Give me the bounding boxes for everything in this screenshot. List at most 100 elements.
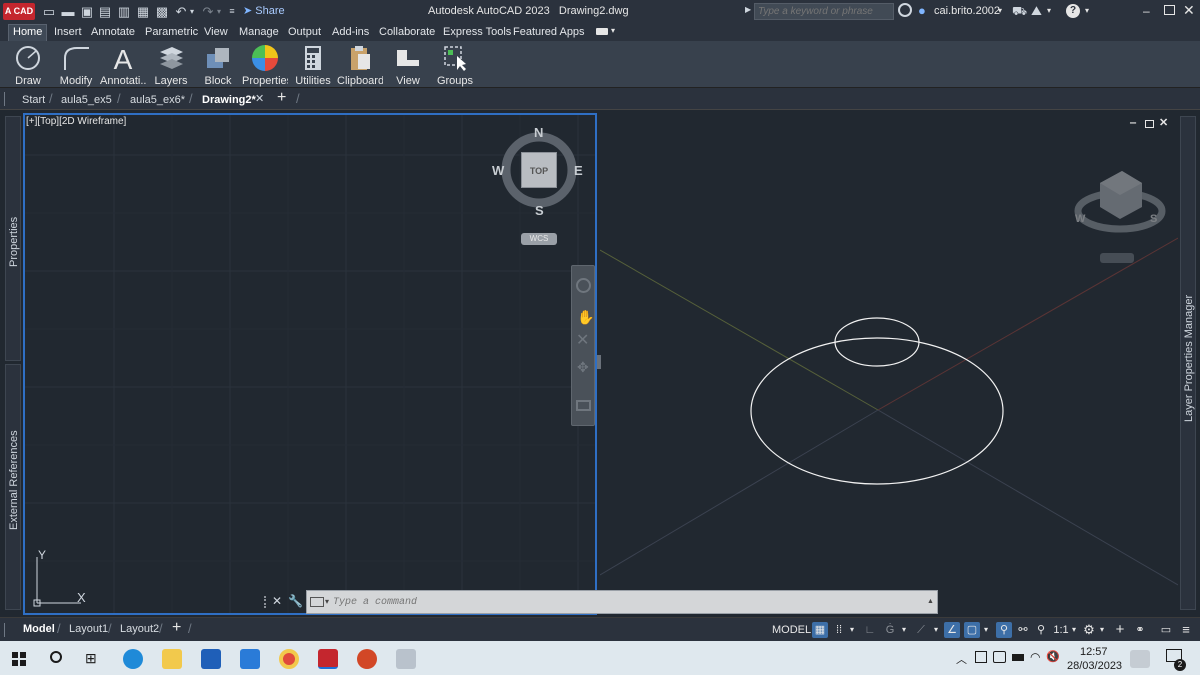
store-icon[interactable]	[201, 649, 221, 669]
task-view-icon[interactable]: ⊞	[85, 650, 97, 667]
viewport-3d[interactable]: W S ‒ ✕	[600, 113, 1178, 615]
draw-button[interactable]: Draw	[5, 42, 51, 87]
file-tabs-menu-icon[interactable]	[4, 92, 8, 106]
polar-dropdown-icon[interactable]: ▾	[900, 622, 908, 638]
viewcube-compass[interactable]: N S E W TOP	[492, 125, 583, 225]
meet-now-icon[interactable]	[993, 651, 1006, 663]
tab-start[interactable]: Start	[22, 92, 45, 108]
ribbon-minimize-icon[interactable]	[596, 28, 608, 35]
command-input[interactable]	[333, 594, 913, 611]
isodraft-icon[interactable]: ⟋	[914, 622, 928, 638]
new-layout-button[interactable]: +	[172, 619, 181, 637]
help-icon[interactable]: ?	[1066, 4, 1080, 18]
search-icon[interactable]	[898, 3, 912, 17]
redo-dropdown-icon[interactable]: ▾	[215, 4, 223, 19]
command-close-icon[interactable]: ✕	[272, 594, 282, 608]
steering-wheel-icon[interactable]	[576, 278, 591, 293]
showmotion-icon[interactable]	[576, 400, 591, 411]
annotation-scale-icon[interactable]: ⚲	[1034, 622, 1048, 638]
workspace-switch-icon[interactable]: ⚙	[1082, 622, 1096, 638]
maximize-icon[interactable]	[1164, 5, 1175, 15]
search-taskbar-icon[interactable]	[50, 651, 62, 663]
properties-palette[interactable]: Properties	[5, 116, 21, 361]
compass-north[interactable]: N	[534, 125, 543, 140]
autocad-taskbar-icon[interactable]	[318, 649, 338, 669]
powerpoint-icon[interactable]	[357, 649, 377, 669]
layer-properties-palette[interactable]: Layer Properties Manager	[1180, 116, 1196, 610]
viewport-restore-icon[interactable]	[1145, 120, 1154, 128]
minimize-icon[interactable]: ‒	[1143, 4, 1150, 18]
groups-button[interactable]: Groups	[432, 42, 478, 87]
annotation-scale-dropdown-icon[interactable]: ▾	[1070, 622, 1078, 638]
app-dropdown-icon[interactable]: ▾	[1047, 6, 1051, 15]
polar-tracking-icon[interactable]: Ġ	[882, 622, 898, 638]
viewcube-top-face[interactable]: TOP	[521, 152, 557, 188]
model-space-button[interactable]: MODEL	[772, 622, 811, 638]
edge-icon[interactable]	[123, 649, 143, 669]
workspace-dropdown-icon[interactable]: ▾	[1098, 622, 1106, 638]
paint-icon[interactable]	[396, 649, 416, 669]
orbit-icon[interactable]: ✥	[577, 359, 589, 376]
undo-icon[interactable]: ↶	[173, 4, 189, 19]
tab-collaborate[interactable]: Collaborate	[375, 25, 439, 40]
command-grip-icon[interactable]	[264, 596, 269, 608]
command-customize-icon[interactable]: 🔧	[288, 594, 303, 608]
widget-icon[interactable]	[1130, 650, 1150, 668]
open-folder-icon[interactable]: ▬	[60, 4, 76, 19]
clock-time[interactable]: 12:57	[1080, 646, 1108, 658]
view-button[interactable]: View	[385, 42, 431, 87]
annotation-button[interactable]: A Annotati...	[100, 42, 146, 87]
save-as-icon[interactable]: ▤	[97, 4, 113, 19]
command-history-icon[interactable]: ▲	[927, 598, 934, 605]
viewport-close-icon[interactable]: ✕	[1159, 116, 1168, 129]
snap-icon[interactable]: ⁞⁞	[832, 622, 846, 638]
plot-icon[interactable]: ▦	[135, 4, 151, 19]
new-tab-button[interactable]: +	[277, 89, 286, 107]
layout-menu-icon[interactable]	[4, 623, 8, 637]
tab-insert[interactable]: Insert	[50, 25, 86, 40]
external-references-palette[interactable]: External References	[5, 364, 21, 610]
tab-aula5-ex5[interactable]: aula5_ex5	[61, 92, 112, 108]
layers-button[interactable]: Layers	[148, 42, 194, 87]
auto-scale-icon[interactable]: ⚯	[1016, 622, 1030, 638]
tab-drawing2[interactable]: Drawing2*	[202, 92, 256, 108]
properties-button[interactable]: Properties	[242, 42, 288, 87]
file-explorer-icon[interactable]	[162, 649, 182, 669]
command-input-box[interactable]: ▾ ▲	[306, 590, 938, 614]
cart-icon[interactable]: ⛟	[1012, 4, 1027, 20]
customize-qat-icon[interactable]: ≡	[228, 4, 236, 19]
viewport-minimize-icon[interactable]: ‒	[1130, 117, 1136, 129]
autodesk-app-icon[interactable]: ⛰	[1031, 3, 1042, 19]
print-icon[interactable]: ▩	[154, 4, 170, 19]
search-expand-icon[interactable]: ▶	[745, 5, 751, 14]
tab-parametric[interactable]: Parametric	[141, 25, 202, 40]
viewcube-3d[interactable]: W S	[1070, 153, 1170, 238]
customize-status-icon[interactable]: ≡	[1178, 622, 1194, 638]
tab-layout1[interactable]: Layout1	[69, 623, 108, 635]
tray-app-icon[interactable]	[975, 651, 987, 663]
annotation-visibility-icon[interactable]: ⚲	[996, 622, 1012, 638]
user-dropdown-icon[interactable]: ▾	[998, 6, 1002, 15]
share-button[interactable]: ➤ Share	[243, 4, 285, 19]
compass-west[interactable]: W	[492, 163, 504, 178]
new-icon[interactable]: ▭	[41, 4, 57, 19]
tab-home[interactable]: Home	[8, 24, 48, 41]
clean-screen-icon[interactable]: ▭	[1158, 622, 1174, 638]
command-recent-dropdown-icon[interactable]: ▾	[325, 597, 329, 606]
undo-dropdown-icon[interactable]: ▾	[188, 4, 196, 19]
wcs-3d-button[interactable]	[1100, 253, 1134, 263]
help-dropdown-icon[interactable]: ▾	[1085, 6, 1089, 15]
utilities-button[interactable]: Utilities	[290, 42, 336, 87]
tab-model[interactable]: Model	[23, 623, 55, 635]
isolate-objects-icon[interactable]: ⚭	[1132, 622, 1148, 638]
chrome-icon[interactable]	[279, 649, 299, 669]
ribbon-options-icon[interactable]: ▾	[611, 26, 615, 35]
tab-view[interactable]: View	[200, 25, 232, 40]
block-button[interactable]: Block	[195, 42, 241, 87]
modify-button[interactable]: Modify	[53, 42, 99, 87]
wifi-icon[interactable]: ◠	[1030, 650, 1040, 664]
annotation-monitor-icon[interactable]: +	[1112, 622, 1128, 638]
viewport-label[interactable]: [+][Top][2D Wireframe]	[26, 116, 126, 127]
tab-add-ins[interactable]: Add-ins	[328, 25, 373, 40]
tab-manage[interactable]: Manage	[235, 25, 283, 40]
